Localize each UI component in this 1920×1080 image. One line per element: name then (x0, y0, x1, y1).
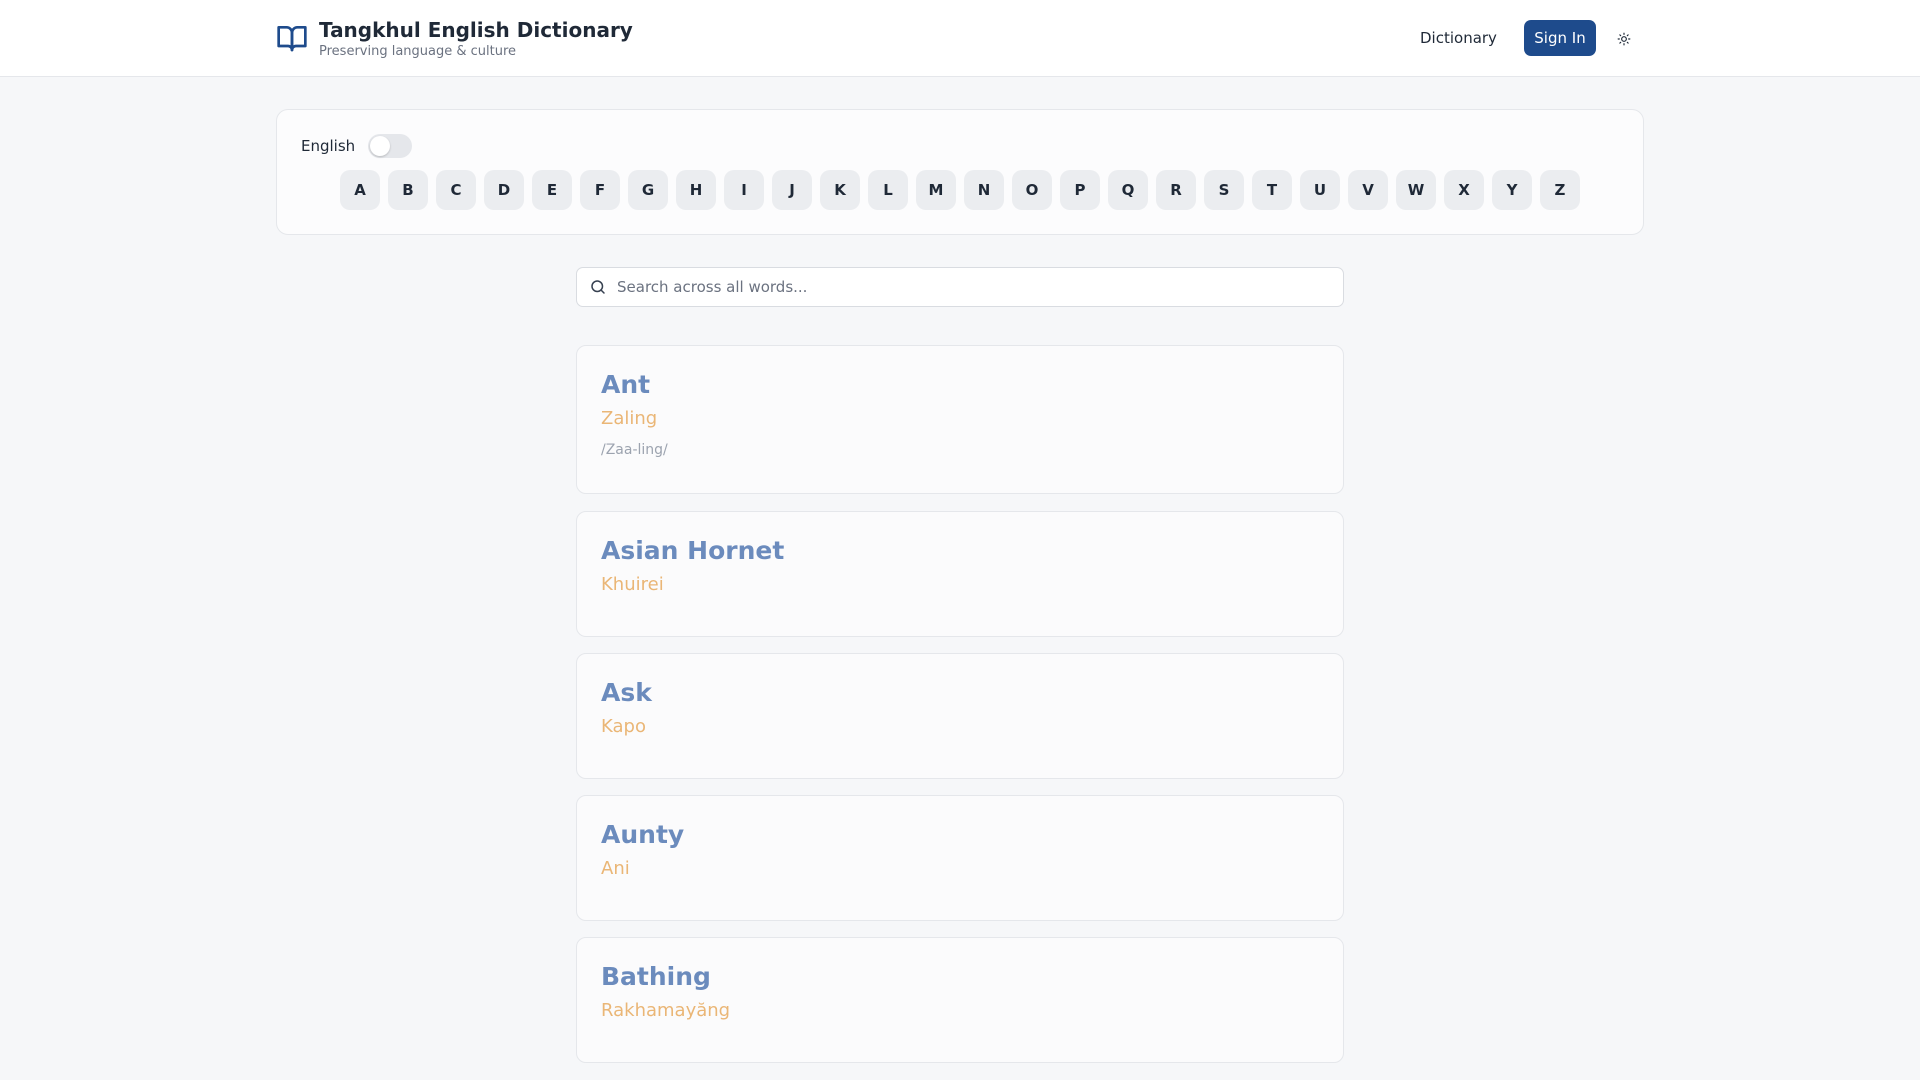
language-label: English (301, 137, 356, 155)
entry-pronunciation: /Zaa-ling/ (601, 442, 668, 458)
nav-link-dictionary[interactable]: Dictionary (1420, 26, 1497, 50)
entry-word: Ant (601, 370, 651, 399)
alphabet-panel: English ABCDEFGHIJKLMNOPQRSTUVWXYZ (276, 109, 1644, 235)
toggle-knob (370, 136, 391, 156)
letter-button-r[interactable]: R (1156, 170, 1196, 210)
alphabet-filter: ABCDEFGHIJKLMNOPQRSTUVWXYZ (340, 170, 1588, 210)
letter-button-z[interactable]: Z (1540, 170, 1580, 210)
word-card[interactable]: Asian Hornet Khuirei (576, 511, 1344, 637)
letter-button-w[interactable]: W (1396, 170, 1436, 210)
entry-translation: Ani (601, 858, 630, 879)
entry-word: Asian Hornet (601, 536, 785, 565)
letter-button-p[interactable]: P (1060, 170, 1100, 210)
entry-translation: Kapo (601, 716, 646, 737)
letter-button-c[interactable]: C (436, 170, 476, 210)
app-title: Tangkhul English Dictionary (319, 18, 633, 42)
open-book-icon (277, 26, 307, 52)
entry-word: Aunty (601, 820, 685, 849)
word-card[interactable]: Ant Zaling /Zaa-ling/ (576, 345, 1344, 494)
letter-button-j[interactable]: J (772, 170, 812, 210)
brand[interactable]: Tangkhul English Dictionary Preserving l… (276, 17, 633, 60)
letter-button-u[interactable]: U (1300, 170, 1340, 210)
letter-button-b[interactable]: B (388, 170, 428, 210)
search-box[interactable] (576, 267, 1344, 307)
letter-button-l[interactable]: L (868, 170, 908, 210)
letter-button-y[interactable]: Y (1492, 170, 1532, 210)
letter-button-v[interactable]: V (1348, 170, 1388, 210)
search-input[interactable] (617, 278, 1317, 296)
letter-button-n[interactable]: N (964, 170, 1004, 210)
top-header: Tangkhul English Dictionary Preserving l… (0, 0, 1920, 77)
letter-button-q[interactable]: Q (1108, 170, 1148, 210)
app-subtitle: Preserving language & culture (319, 44, 517, 59)
entry-word: Ask (601, 678, 652, 707)
letter-button-x[interactable]: X (1444, 170, 1484, 210)
letter-button-g[interactable]: G (628, 170, 668, 210)
word-card[interactable]: Aunty Ani (576, 795, 1344, 921)
theme-toggle-button[interactable] (1612, 27, 1636, 51)
sun-icon (1617, 32, 1631, 46)
sign-in-button[interactable]: Sign In (1524, 20, 1596, 56)
letter-button-i[interactable]: I (724, 170, 764, 210)
letter-button-e[interactable]: E (532, 170, 572, 210)
language-toggle-row: English (301, 134, 413, 158)
entry-translation: Rakhamayăng (601, 1000, 731, 1021)
letter-button-d[interactable]: D (484, 170, 524, 210)
language-toggle-switch[interactable] (368, 134, 413, 158)
letter-button-k[interactable]: K (820, 170, 860, 210)
entry-translation: Khuirei (601, 574, 664, 595)
word-card[interactable]: Ask Kapo (576, 653, 1344, 779)
letter-button-m[interactable]: M (916, 170, 956, 210)
entry-word: Bathing (601, 962, 711, 991)
letter-button-h[interactable]: H (676, 170, 716, 210)
entry-translation: Zaling (601, 408, 658, 429)
letter-button-s[interactable]: S (1204, 170, 1244, 210)
letter-button-f[interactable]: F (580, 170, 620, 210)
word-card[interactable]: Bathing Rakhamayăng (576, 937, 1344, 1063)
search-icon (591, 280, 605, 294)
letter-button-t[interactable]: T (1252, 170, 1292, 210)
letter-button-a[interactable]: A (340, 170, 380, 210)
letter-button-o[interactable]: O (1012, 170, 1052, 210)
